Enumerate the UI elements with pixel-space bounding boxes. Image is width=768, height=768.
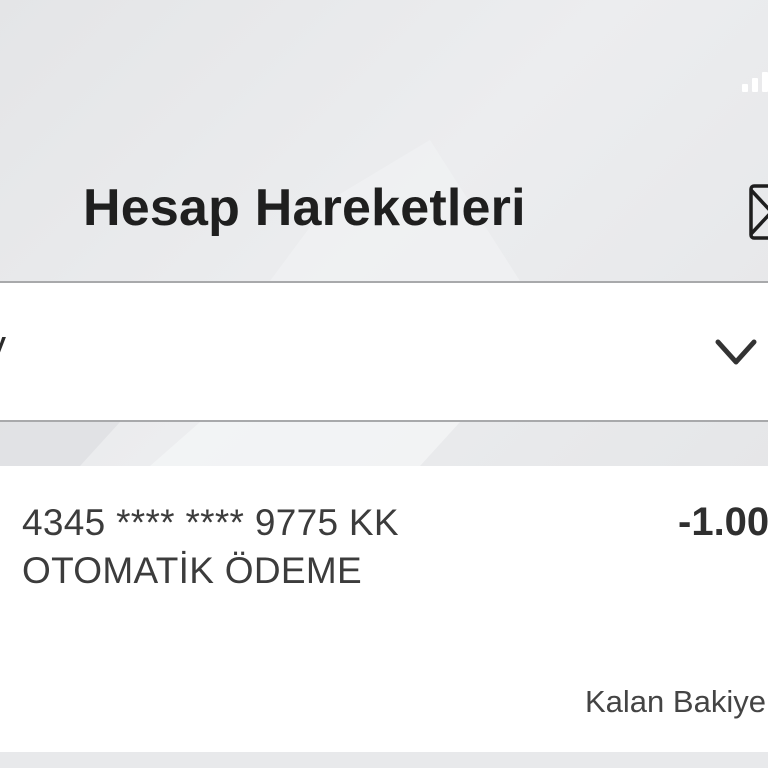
account-select-value: y <box>0 323 6 368</box>
page-title: Hesap Hareketleri <box>83 179 526 237</box>
mail-icon <box>749 184 768 240</box>
signal-icon <box>742 70 768 92</box>
chevron-down-icon[interactable] <box>712 332 762 372</box>
remaining-balance-label: Kalan Bakiye <box>585 684 766 719</box>
transaction-card-number: 4345 **** **** 9775 KK <box>22 502 399 543</box>
transaction-amount: -1.00 <box>678 500 768 544</box>
transaction-card[interactable]: 4345 **** **** 9775 KK OTOMATİK ÖDEME -1… <box>0 466 768 752</box>
transaction-description: OTOMATİK ÖDEME <box>22 550 362 591</box>
mail-button[interactable] <box>748 182 768 240</box>
account-select[interactable]: y <box>0 281 768 422</box>
